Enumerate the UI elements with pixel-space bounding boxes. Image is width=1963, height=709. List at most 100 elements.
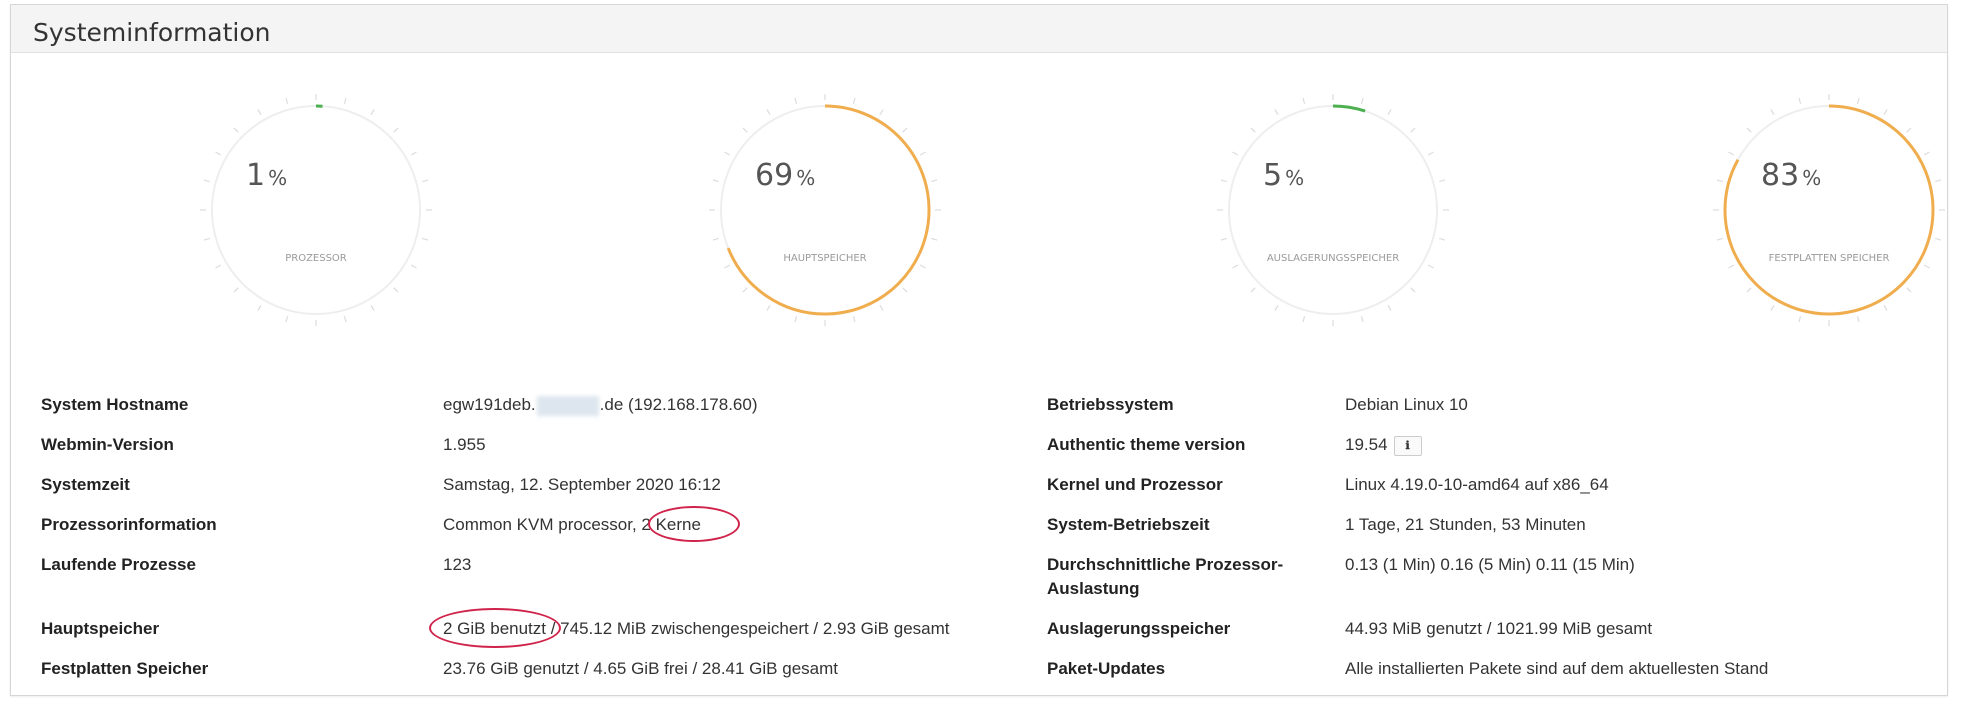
info-right: Betriebssystem Debian Linux 10 Authentic… — [1047, 393, 1927, 697]
gauge-tick — [852, 97, 856, 104]
gauge-tick — [766, 304, 771, 311]
gauge-tick — [1250, 287, 1256, 293]
kernel-label: Kernel und Prozessor — [1047, 475, 1223, 494]
disk-label: Festplatten Speicher — [41, 659, 209, 678]
info-left: System Hostname egw191deb. .de (192.168.1… — [41, 393, 950, 697]
system-time-label: Systemzeit — [41, 475, 130, 494]
gauge-tick — [1770, 304, 1775, 311]
gauge-tick — [902, 287, 908, 293]
gauge-tick — [1387, 304, 1392, 311]
gauge-tick — [1360, 316, 1364, 323]
os-value: Debian Linux 10 — [1345, 395, 1468, 414]
processor-label: Prozessorinformation — [41, 515, 217, 534]
gauge-tick — [233, 287, 239, 293]
memory-gauge-value: 69% — [755, 158, 816, 193]
memory-gauge-ring — [709, 94, 941, 326]
gauge-tick — [257, 109, 262, 116]
os-label: Betriebssystem — [1047, 395, 1174, 414]
gauge-tick — [203, 237, 210, 241]
gauge-tick — [370, 109, 375, 116]
gauge-tick — [931, 179, 938, 183]
webmin-version-label: Webmin-Version — [41, 435, 174, 454]
cpu-gauge-ring — [200, 94, 432, 326]
cpu-gauge-value: 1% — [246, 158, 288, 193]
panel-title: Systeminformation — [33, 18, 271, 47]
annotation-circle-cores — [648, 506, 740, 542]
info-icon[interactable]: ℹ — [1393, 435, 1422, 456]
gauge-tick — [712, 179, 719, 183]
gauge-tick — [1770, 109, 1775, 116]
gauge-tick — [1302, 97, 1306, 104]
gauge-tick — [1883, 304, 1888, 311]
gauge-tick — [1798, 97, 1802, 104]
gauge-tick — [1716, 237, 1723, 241]
gauge-tick — [1360, 97, 1364, 104]
hostname-link[interactable]: egw191deb. .de (192.168.178.60) — [443, 393, 758, 417]
gauge-tick — [1410, 127, 1416, 133]
gauge-tick — [1250, 127, 1256, 133]
gauge-track — [211, 105, 421, 315]
gauge-tick — [1923, 264, 1930, 269]
info-row-kernel: Kernel und Prozessor Linux 4.19.0-10-amd… — [1047, 473, 1927, 513]
gauge-tick — [1439, 179, 1446, 183]
processes-link[interactable]: 123 — [443, 553, 471, 577]
gauge-tick — [393, 287, 399, 293]
cpu-gauge: 1% Prozessor — [196, 90, 436, 330]
memory-gauge: 69% Hauptspeicher — [705, 90, 945, 330]
info-row-memory: Hauptspeicher 2 GiB benutzt / 745.12 MiB… — [41, 608, 950, 657]
gauge-tick — [1906, 287, 1912, 293]
gauge-tick — [370, 304, 375, 311]
uptime-link[interactable]: 1 Tage, 21 Stunden, 53 Minuten — [1345, 513, 1586, 537]
kernel-value: Linux 4.19.0-10-amd64 auf x86_64 — [1345, 475, 1609, 494]
gauge-tick — [285, 316, 289, 323]
uptime-label: System-Betriebszeit — [1047, 515, 1210, 534]
gauge-tick — [257, 304, 262, 311]
gauge-tick — [1906, 127, 1912, 133]
gauge-tick — [879, 109, 884, 116]
gauge-arc — [1723, 104, 1935, 316]
gauge-tick — [1883, 109, 1888, 116]
disk-gauge-label: Festplatten Speicher — [1768, 253, 1890, 264]
gauge-tick — [1728, 151, 1735, 156]
gauge-tick — [422, 237, 429, 241]
gauge-arc — [719, 104, 931, 316]
gauge-tick — [794, 316, 798, 323]
swap-gauge-value: 5% — [1263, 158, 1305, 193]
gauge-arc — [210, 104, 422, 316]
package-updates-label: Paket-Updates — [1047, 659, 1166, 678]
gauge-tick — [902, 127, 908, 133]
gauge-tick — [1427, 264, 1434, 269]
gauge-tick — [1798, 316, 1802, 323]
cpu-gauge-label: Prozessor — [285, 253, 347, 264]
hostname-label: System Hostname — [41, 395, 189, 414]
gauge-tick — [879, 304, 884, 311]
gauge-tick — [215, 151, 222, 156]
package-updates-link[interactable]: Alle installierten Pakete sind auf dem a… — [1345, 657, 1768, 681]
gauge-tick — [1232, 264, 1239, 269]
gauge-tick — [410, 151, 417, 156]
gauge-tick — [393, 127, 399, 133]
gauge-tick — [1935, 179, 1942, 183]
gauge-tick — [919, 151, 926, 156]
gauge-tick — [1427, 151, 1434, 156]
info-row-webmin-version: Webmin-Version 1.955 — [41, 433, 941, 473]
gauge-tick — [1232, 151, 1239, 156]
load-label: Durchschnittliche Prozessor- Auslastung — [1047, 555, 1284, 598]
gauge-tick — [742, 287, 748, 293]
gauge-tick — [1274, 304, 1279, 311]
theme-version-label: Authentic theme version — [1047, 435, 1246, 454]
gauge-tick — [852, 316, 856, 323]
memory-label: Hauptspeicher — [41, 619, 160, 638]
swap-value: 44.93 MiB genutzt / 1021.99 MiB gesamt — [1345, 619, 1653, 638]
disk-value: 23.76 GiB genutzt / 4.65 GiB frei / 28.4… — [443, 659, 838, 678]
gauge-tick — [1856, 316, 1860, 323]
gauge-tick — [285, 97, 289, 104]
redacted-domain — [536, 395, 599, 416]
system-time-link[interactable]: Samstag, 12. September 2020 16:12 — [443, 473, 721, 497]
gauge-tick — [919, 264, 926, 269]
gauge-tick — [1716, 179, 1723, 183]
theme-version-value: 19.54 ℹ — [1345, 433, 1422, 457]
info-row-disk: Festplatten Speicher 23.76 GiB genutzt /… — [41, 657, 941, 697]
info-row-load: Durchschnittliche Prozessor- Auslastung 0… — [1047, 553, 1927, 617]
info-row-processor: Prozessorinformation Common KVM processo… — [41, 506, 941, 553]
